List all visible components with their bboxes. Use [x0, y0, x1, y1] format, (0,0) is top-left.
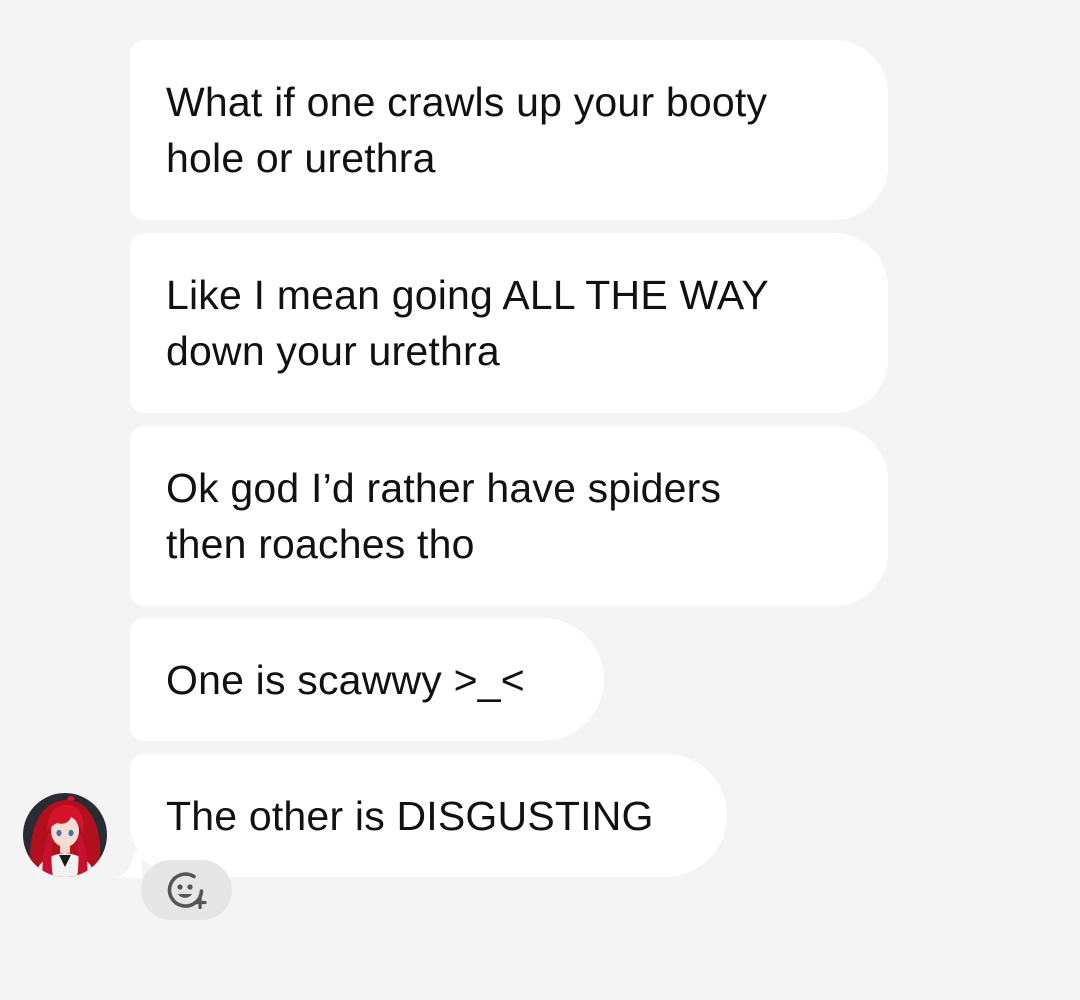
add-reaction-icon — [167, 872, 207, 909]
message-text: Like I mean going ALL THE WAY down your … — [166, 272, 769, 374]
message-bubble[interactable]: Ok god I’d rather have spiders then roac… — [130, 426, 888, 606]
add-reaction-button[interactable] — [141, 860, 232, 920]
message-text: What if one crawls up your booty hole or… — [166, 79, 768, 181]
message-bubble[interactable]: The other is DISGUSTING — [130, 754, 727, 877]
message-bubble[interactable]: Like I mean going ALL THE WAY down your … — [130, 233, 888, 413]
anime-avatar-icon — [23, 793, 107, 877]
message-text: The other is DISGUSTING — [166, 792, 654, 839]
avatar[interactable] — [23, 793, 107, 877]
message-bubble[interactable]: One is scawwy >_< — [130, 618, 604, 741]
message-bubble[interactable]: What if one crawls up your booty hole or… — [130, 40, 888, 220]
message-thread: What if one crawls up your booty hole or… — [0, 0, 1080, 1000]
bubble-tail — [116, 852, 142, 878]
message-text: One is scawwy >_< — [166, 656, 525, 703]
message-text: Ok god I’d rather have spiders then roac… — [166, 465, 722, 567]
